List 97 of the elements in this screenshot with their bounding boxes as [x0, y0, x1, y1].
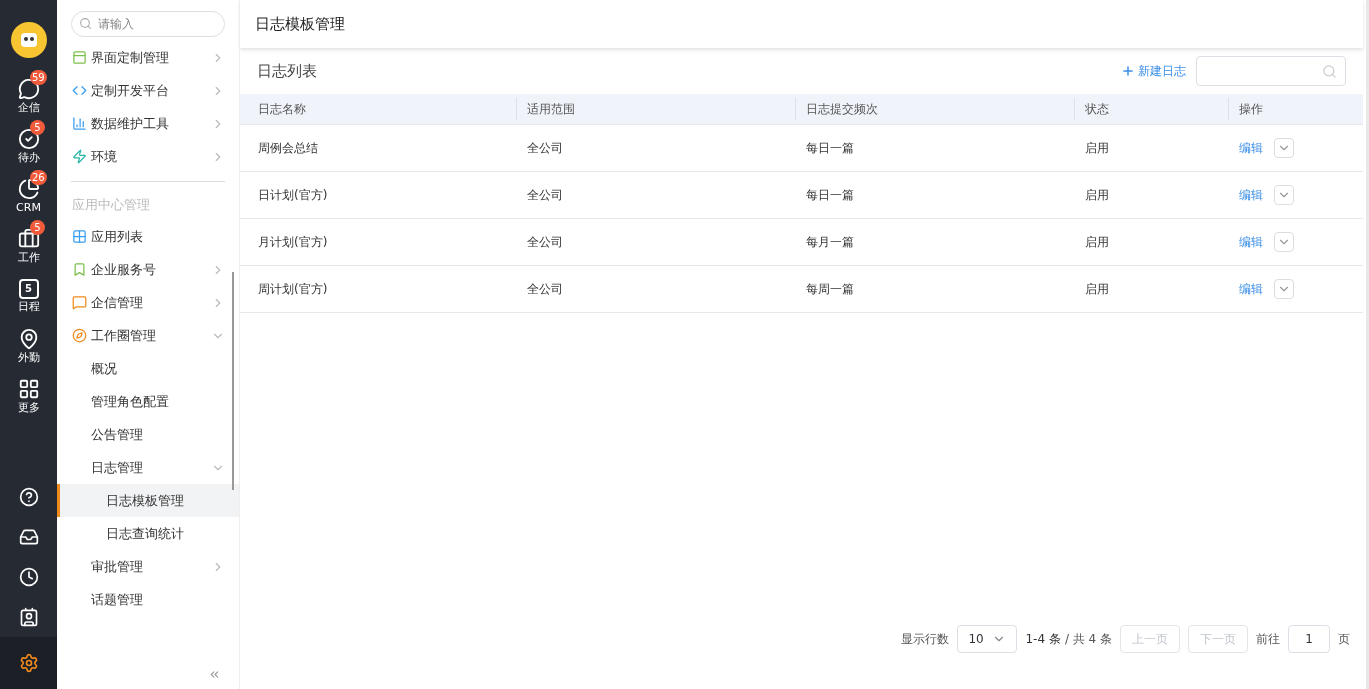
count-badge: 26	[30, 170, 47, 185]
table-cell: 全公司	[527, 141, 563, 155]
table-cell: 周计划(官方)	[258, 282, 328, 296]
edit-link[interactable]: 编辑	[1239, 139, 1263, 157]
menu-item[interactable]: 定制开发平台	[57, 74, 239, 107]
table-cell: 周例会总结	[258, 141, 318, 155]
menu-item[interactable]: 管理角色配置	[57, 385, 239, 418]
rail-label: 待办	[17, 151, 40, 163]
table-cell: 每月一篇	[806, 235, 854, 249]
page-unit: 页	[1338, 631, 1350, 648]
bolt-icon	[72, 149, 87, 164]
plus-icon	[1121, 64, 1135, 78]
table-cell: 全公司	[527, 188, 563, 202]
search-field[interactable]: 请输入	[71, 11, 225, 37]
more-dropdown-button[interactable]	[1274, 279, 1294, 299]
rail-item[interactable]: CRM 26	[0, 170, 57, 220]
rail-item[interactable]: 待办 5	[0, 120, 57, 170]
table-cell: 启用	[1085, 282, 1109, 296]
search-icon	[79, 17, 92, 30]
rail-label: 更多	[17, 401, 40, 413]
total-text: / 共 4 条	[1064, 631, 1112, 648]
layout-icon	[72, 50, 87, 65]
scrollbar[interactable]	[232, 272, 234, 490]
table-cell: 每日一篇	[806, 141, 854, 155]
chat-icon	[72, 295, 87, 310]
rail-item[interactable]: 工作 5	[0, 220, 57, 270]
clock-icon	[18, 567, 39, 587]
rail-item[interactable]: 外勤	[0, 320, 57, 370]
code-icon	[72, 83, 87, 98]
help-icon	[18, 487, 39, 507]
column-header: 适用范围	[527, 101, 575, 118]
bookmark-icon	[72, 262, 87, 277]
table-cell: 每日一篇	[806, 188, 854, 202]
more-dropdown-button[interactable]	[1274, 185, 1294, 205]
column-header: 日志提交频次	[806, 101, 878, 118]
table-cell: 启用	[1085, 235, 1109, 249]
app-logo[interactable]	[10, 22, 47, 58]
menu-item[interactable]: 企信管理	[57, 286, 239, 319]
rail-label: CRM	[16, 201, 41, 213]
table-cell: 月计划(官方)	[258, 235, 328, 249]
table-cell: 每周一篇	[806, 282, 854, 296]
column-header: 状态	[1085, 101, 1109, 118]
edit-link[interactable]: 编辑	[1239, 233, 1263, 251]
menu-item[interactable]: 数据维护工具	[57, 107, 239, 140]
rail-label: 工作	[17, 251, 40, 263]
column-header: 日志名称	[258, 101, 306, 118]
contacts-icon	[18, 607, 39, 627]
count-badge: 5	[30, 220, 45, 235]
new-log-button[interactable]: 新建日志	[1121, 62, 1186, 80]
menu-item[interactable]: 概况	[57, 352, 239, 385]
column-header: 操作	[1239, 101, 1263, 118]
menu-item[interactable]: 日志管理	[57, 451, 239, 484]
table-cell: 启用	[1085, 141, 1109, 155]
settings-button[interactable]	[0, 637, 57, 689]
more-dropdown-button[interactable]	[1274, 138, 1294, 158]
table-cell: 全公司	[527, 282, 563, 296]
table-cell: 日计划(官方)	[258, 188, 328, 202]
compass-icon	[72, 328, 87, 343]
rail-item[interactable]: 企信 59	[0, 70, 57, 120]
rail-item[interactable]: 5 日程	[0, 270, 57, 320]
rail-item[interactable]: 更多	[0, 370, 57, 420]
apps-icon	[72, 229, 87, 244]
menu-item[interactable]: 工作圈管理	[57, 319, 239, 352]
menu-item[interactable]: 审批管理	[57, 550, 239, 583]
rows-label: 显示行数	[901, 631, 950, 648]
settings-icon	[18, 653, 39, 673]
menu-item[interactable]: 日志模板管理	[57, 484, 239, 517]
section-heading: 应用中心管理	[71, 196, 151, 215]
range-text: 1-4 条	[1025, 631, 1061, 648]
calendar-icon: 5	[18, 278, 39, 299]
list-title: 日志列表	[257, 60, 318, 82]
search-field[interactable]	[1196, 56, 1346, 86]
page-title: 日志模板管理	[255, 13, 345, 35]
count-badge: 5	[30, 120, 45, 135]
edit-link[interactable]: 编辑	[1239, 280, 1263, 298]
count-badge: 59	[30, 70, 47, 85]
rail-label: 日程	[17, 300, 40, 312]
menu-item[interactable]: 企业服务号	[57, 253, 239, 286]
search-icon	[1322, 63, 1337, 79]
menu-item[interactable]: 公告管理	[57, 418, 239, 451]
rows-select[interactable]: 10	[957, 625, 1018, 653]
menu-item[interactable]: 日志查询统计	[57, 517, 239, 550]
menu-item[interactable]: 环境	[57, 140, 239, 173]
rail-label: 外勤	[17, 351, 40, 363]
goto-label: 前往	[1256, 631, 1280, 648]
rail-label: 企信	[17, 101, 40, 113]
tray-icon	[18, 527, 39, 547]
menu-item[interactable]: 话题管理	[57, 583, 239, 616]
page-input[interactable]: 1	[1288, 625, 1330, 653]
grid-icon	[17, 377, 40, 400]
menu-item[interactable]: 应用列表	[57, 220, 239, 253]
more-dropdown-button[interactable]	[1274, 232, 1294, 252]
edit-link[interactable]: 编辑	[1239, 186, 1263, 204]
bar-chart-icon	[72, 116, 87, 131]
table-cell: 启用	[1085, 188, 1109, 202]
menu-item[interactable]: 界面定制管理	[57, 41, 239, 74]
table-cell: 全公司	[527, 235, 563, 249]
